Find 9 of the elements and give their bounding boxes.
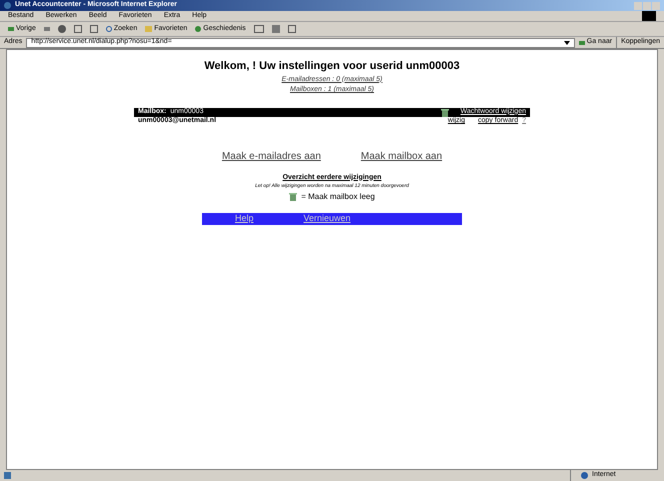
footer-link[interactable]: Help	[235, 212, 254, 226]
trash-can-icon	[289, 192, 298, 201]
create-link[interactable]: Maak mailbox aan	[360, 148, 442, 164]
dropdown-arrow-icon[interactable]	[564, 40, 570, 44]
create-link[interactable]: Maak e-mailadres aan	[222, 148, 321, 164]
trash-can-icon	[440, 108, 448, 116]
legend-text: = Maak mailbox leeg	[301, 190, 375, 202]
page-heading: Welkom, ! Uw instellingen voor userid unm00003	[204, 59, 460, 74]
footer-link[interactable]: Vernieuwen	[304, 212, 351, 226]
